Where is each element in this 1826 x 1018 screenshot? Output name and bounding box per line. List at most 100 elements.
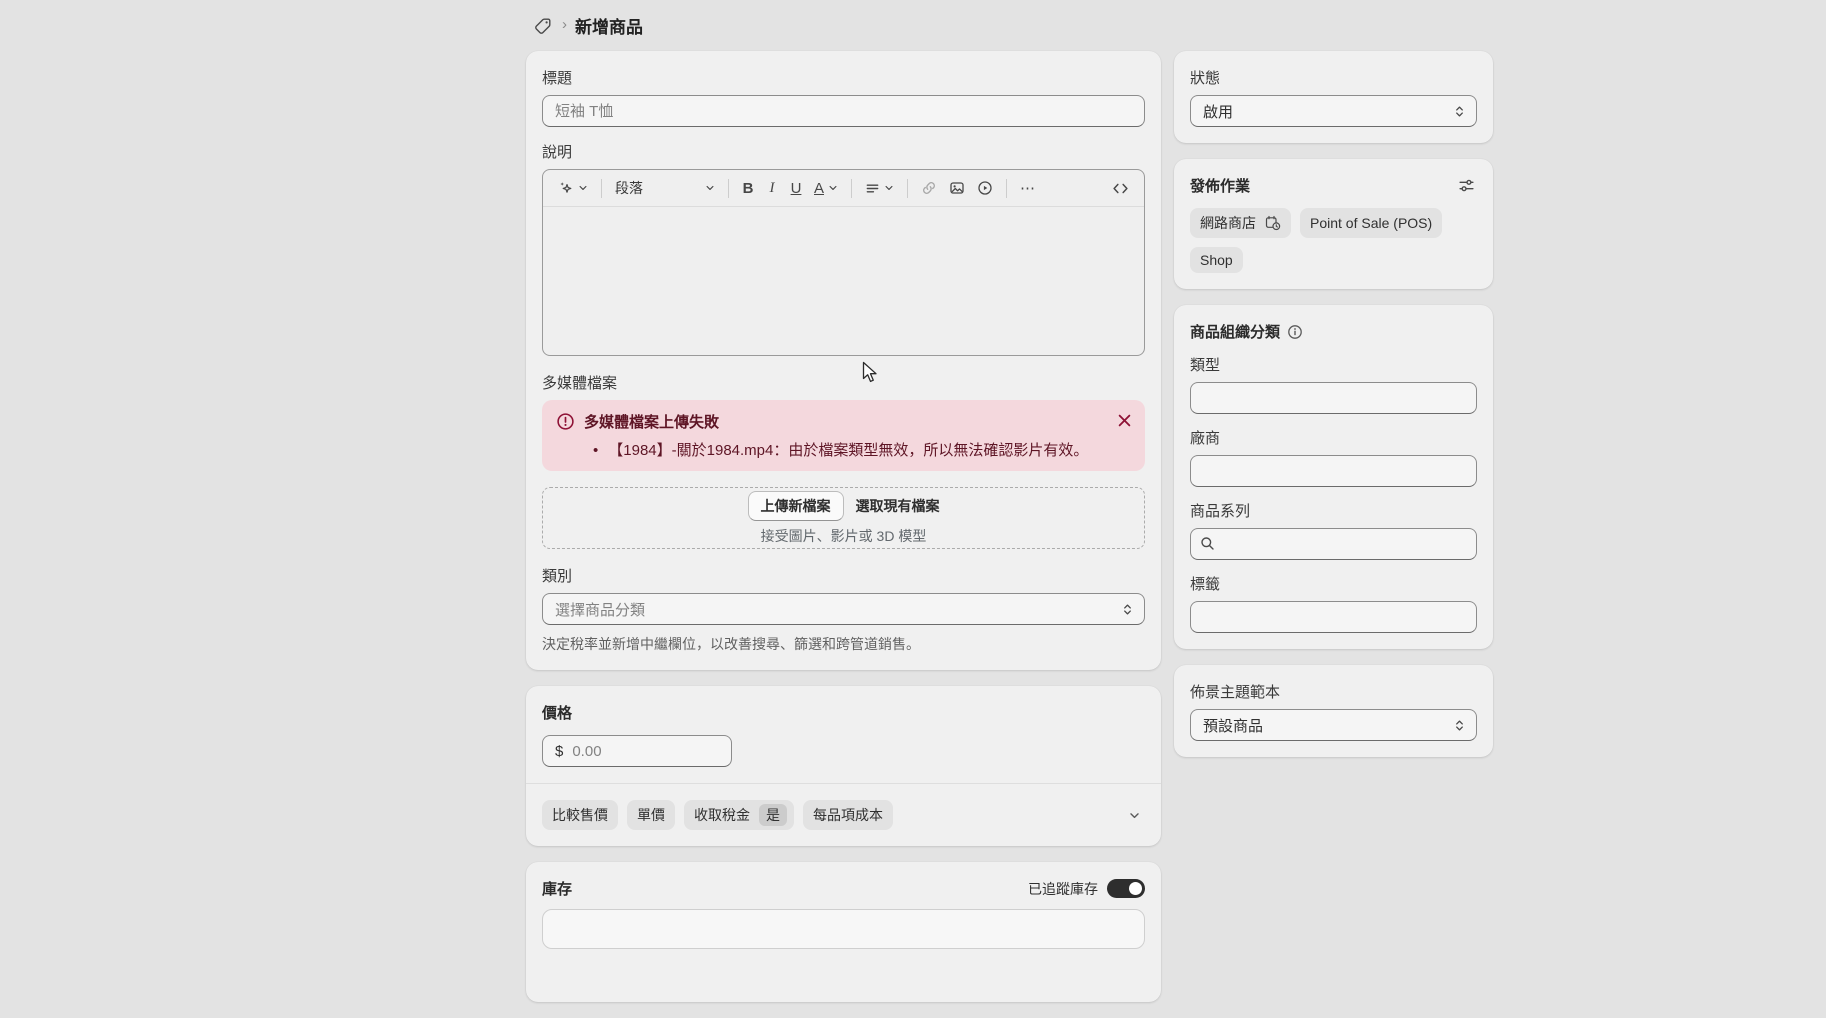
upload-hint: 接受圖片、影片或 3D 模型: [761, 526, 927, 546]
banner-close-button[interactable]: [1116, 412, 1133, 429]
chevron-down-icon: [578, 183, 588, 193]
chevron-down-icon: [828, 183, 838, 193]
inventory-card: 庫存 已追蹤庫存: [526, 862, 1161, 1002]
select-updown-icon: [1453, 719, 1466, 732]
chevron-down-icon: [705, 183, 715, 193]
breadcrumb: › 新增商品: [532, 13, 643, 38]
media-dropzone[interactable]: 上傳新檔案 選取現有檔案 接受圖片、影片或 3D 模型: [542, 487, 1145, 549]
chevron-down-icon: [884, 183, 894, 193]
image-icon: [949, 180, 965, 196]
collections-input[interactable]: [1190, 528, 1477, 560]
toolbar-divider: [601, 179, 602, 198]
editor-toolbar: 段落 B I U A: [543, 170, 1144, 207]
toolbar-divider: [728, 179, 729, 198]
compare-at-price-chip[interactable]: 比較售價: [542, 800, 618, 830]
select-updown-icon: [1121, 603, 1134, 616]
description-editor: 段落 B I U A: [542, 169, 1145, 356]
pricing-card: 價格 $ 比較售價 單價 收取稅金 是 每品項成本: [526, 686, 1161, 846]
text-color-button[interactable]: A: [808, 175, 844, 202]
adjust-sliders-icon: [1458, 177, 1475, 194]
channel-pos-chip: Point of Sale (POS): [1300, 208, 1442, 238]
underline-button[interactable]: U: [784, 175, 808, 202]
select-updown-icon: [1453, 105, 1466, 118]
insert-video-button[interactable]: [971, 175, 999, 201]
theme-template-select[interactable]: 預設商品: [1190, 709, 1477, 741]
paragraph-style-dropdown[interactable]: 段落: [609, 173, 721, 203]
expand-pricing-button[interactable]: [1124, 805, 1145, 826]
unit-price-chip[interactable]: 單價: [627, 800, 675, 830]
theme-template-label: 佈景主題範本: [1190, 681, 1477, 702]
search-icon: [1200, 536, 1215, 551]
status-label: 狀態: [1190, 67, 1477, 88]
currency-prefix: $: [555, 743, 563, 760]
category-select[interactable]: 選擇商品分類: [542, 593, 1145, 625]
pricing-title: 價格: [542, 702, 1145, 723]
manage-publishing-button[interactable]: [1456, 175, 1477, 196]
publishing-title: 發佈作業: [1190, 175, 1250, 196]
description-textarea[interactable]: [543, 207, 1144, 355]
type-label: 類型: [1190, 354, 1477, 375]
title-input[interactable]: [542, 95, 1145, 127]
category-label: 類別: [542, 565, 1145, 586]
track-inventory-toggle[interactable]: [1107, 879, 1145, 898]
toolbar-divider: [1006, 179, 1007, 198]
tags-label: 標籤: [1190, 573, 1477, 594]
info-icon[interactable]: [1287, 324, 1303, 340]
cost-per-item-chip[interactable]: 每品項成本: [803, 800, 893, 830]
inventory-title: 庫存: [542, 878, 572, 899]
chevron-down-icon: [1128, 809, 1141, 822]
vendor-input[interactable]: [1190, 455, 1477, 487]
show-html-button[interactable]: [1106, 175, 1135, 202]
more-formatting-button[interactable]: ⋯: [1014, 174, 1042, 202]
organization-title: 商品組織分類: [1190, 321, 1280, 342]
error-message: •【1984】-關於1984.mp4：由於檔案類型無效，所以無法確認影片有效。: [593, 439, 1105, 460]
status-card: 狀態 啟用: [1174, 51, 1493, 143]
alert-icon: [556, 412, 575, 431]
tags-input[interactable]: [1190, 601, 1477, 633]
category-helper-text: 決定稅率並新增中繼欄位，以改善搜尋、篩選和跨管道銷售。: [542, 634, 1145, 654]
collections-label: 商品系列: [1190, 500, 1477, 521]
publishing-card: 發佈作業 網路商店 Point of Sale (POS): [1174, 159, 1493, 289]
align-left-icon: [865, 181, 880, 196]
close-icon: [1118, 414, 1131, 427]
charge-tax-value: 是: [759, 804, 787, 826]
channel-online-store-chip: 網路商店: [1190, 208, 1291, 238]
ai-magic-button[interactable]: [552, 175, 594, 201]
description-label: 說明: [542, 141, 1145, 162]
product-form-card: 標題 說明 段落 B I U: [526, 51, 1161, 670]
toolbar-divider: [907, 179, 908, 198]
price-field[interactable]: $: [542, 735, 732, 767]
card-divider: [526, 783, 1161, 784]
inventory-section-partial: [542, 909, 1145, 949]
error-title: 多媒體檔案上傳失敗: [584, 411, 719, 432]
organization-card: 商品組織分類 類型 廠商 商品系列: [1174, 305, 1493, 649]
status-select[interactable]: 啟用: [1190, 95, 1477, 127]
sidebar-column: 狀態 啟用 發佈作業 網路商店: [1174, 51, 1493, 773]
title-label: 標題: [542, 67, 1145, 88]
alignment-button[interactable]: [859, 176, 900, 201]
code-icon: [1112, 180, 1129, 197]
link-button[interactable]: [915, 175, 943, 201]
upload-new-file-button[interactable]: 上傳新檔案: [748, 491, 844, 521]
product-tag-icon[interactable]: [532, 15, 554, 37]
pricing-collapsed-options: 比較售價 單價 收取稅金 是 每品項成本: [542, 800, 1145, 830]
link-icon: [921, 180, 937, 196]
bold-button[interactable]: B: [736, 175, 760, 202]
italic-button[interactable]: I: [760, 175, 784, 202]
price-input[interactable]: [570, 742, 719, 761]
track-inventory-label: 已追蹤庫存: [1028, 879, 1098, 899]
schedule-icon[interactable]: [1265, 215, 1281, 231]
vendor-label: 廠商: [1190, 427, 1477, 448]
breadcrumb-separator-icon: ›: [562, 16, 567, 33]
media-label: 多媒體檔案: [542, 372, 1145, 393]
insert-image-button[interactable]: [943, 175, 971, 201]
select-existing-file-button[interactable]: 選取現有檔案: [856, 496, 940, 516]
page-title: 新增商品: [575, 13, 643, 38]
video-play-icon: [977, 180, 993, 196]
toolbar-divider: [851, 179, 852, 198]
type-input[interactable]: [1190, 382, 1477, 414]
charge-tax-chip[interactable]: 收取稅金 是: [684, 800, 794, 830]
channel-shop-chip: Shop: [1190, 247, 1243, 273]
theme-template-card: 佈景主題範本 預設商品: [1174, 665, 1493, 757]
main-column: 標題 說明 段落 B I U: [526, 51, 1161, 1018]
